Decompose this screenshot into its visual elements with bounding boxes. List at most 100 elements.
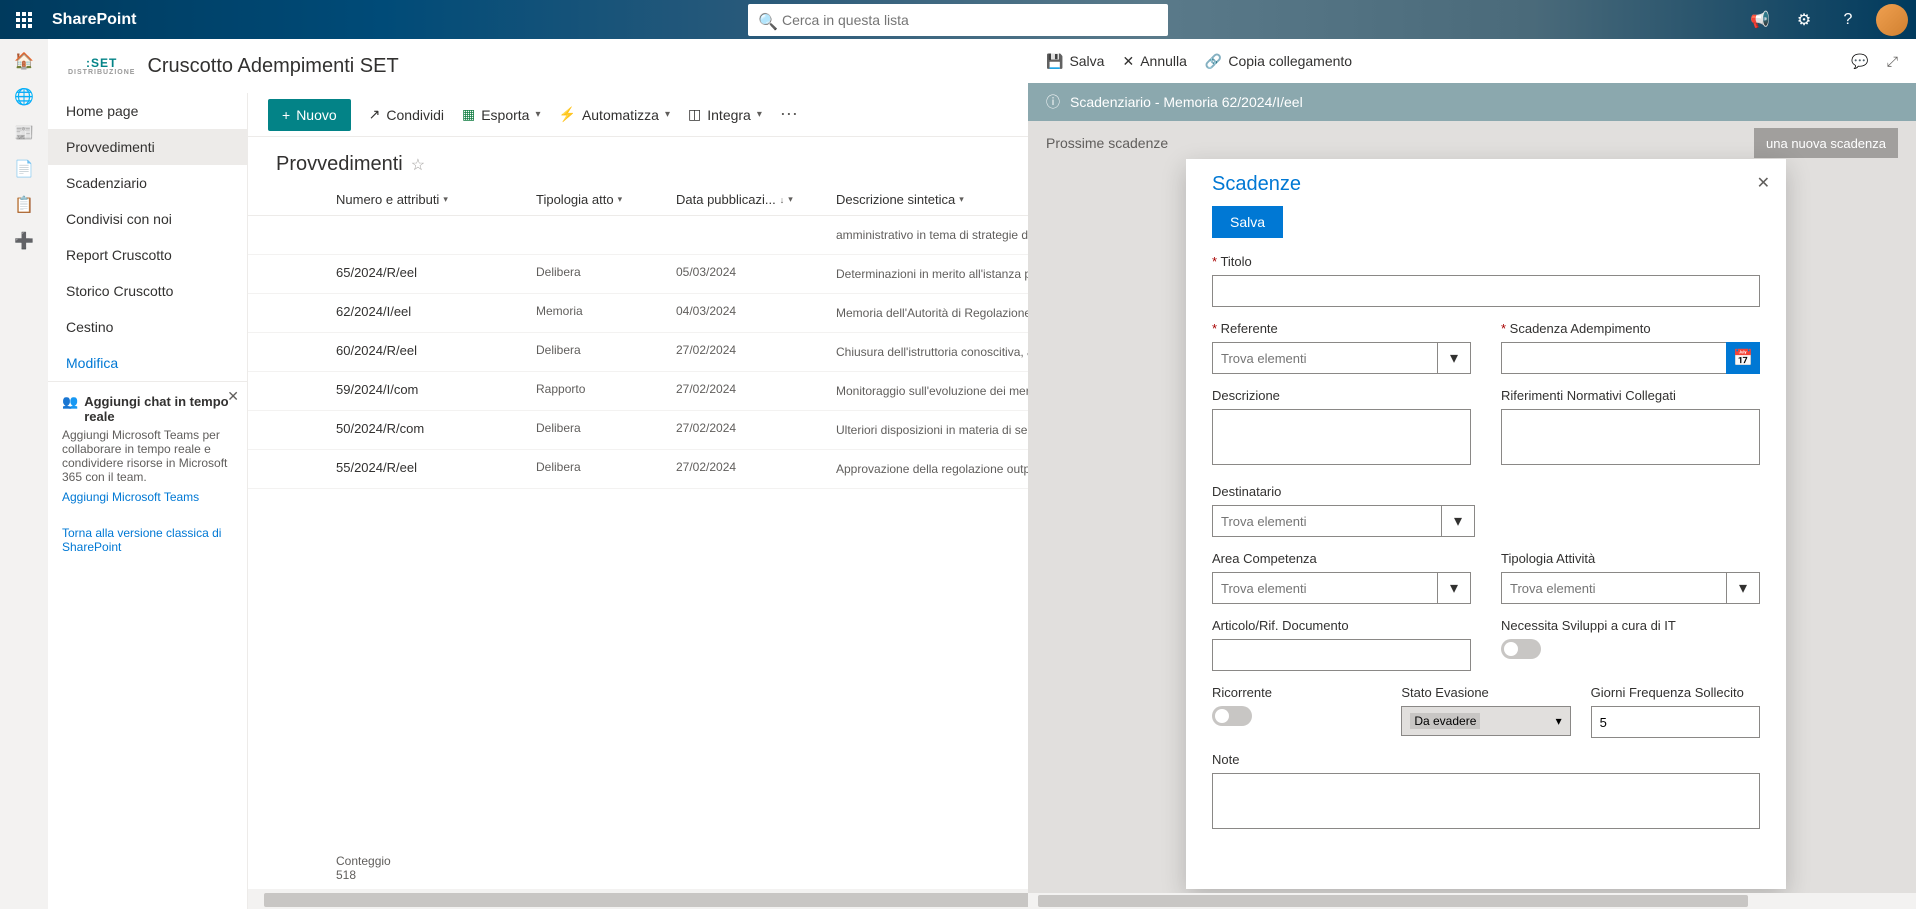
col-tipologia[interactable]: Tipologia atto▾ [536,192,676,207]
label-articolo: Articolo/Rif. Documento [1212,618,1471,633]
scroll-thumb[interactable] [1038,895,1748,907]
classic-link-wrap: Torna alla versione classica di SharePoi… [48,516,247,564]
calendar-icon[interactable]: 📅 [1726,342,1760,374]
input-note[interactable] [1212,773,1760,829]
megaphone-icon[interactable]: 📢 [1740,0,1780,39]
info-icon: ⓘ [1046,92,1060,112]
globe-icon[interactable]: 🌐 [14,87,34,107]
nav-provvedimenti[interactable]: Provvedimenti [48,129,247,165]
cell-numero: 65/2024/R/eel [336,265,536,283]
cell-numero: 59/2024/I/com [336,382,536,400]
search-input[interactable] [748,4,1168,36]
chevron-down-icon: ▾ [757,109,762,120]
brand[interactable]: SharePoint [52,11,136,29]
save-icon: 💾 [1046,53,1063,70]
col-data[interactable]: Data pubblicazi...↓▾ [676,192,836,207]
cell-numero: 60/2024/R/eel [336,343,536,361]
input-giorni[interactable] [1591,706,1760,738]
site-title[interactable]: Cruscotto Adempimenti SET [147,55,398,78]
home-icon[interactable]: 🏠 [14,51,34,71]
panel-cancel[interactable]: ✕Annulla [1122,53,1186,70]
count-value: 518 [336,868,356,882]
teams-desc: Aggiungi Microsoft Teams per collaborare… [62,428,233,484]
teams-link[interactable]: Aggiungi Microsoft Teams [62,490,233,504]
comment-icon[interactable]: 💬 [1851,53,1868,70]
chevron-down-icon: ▾ [959,194,964,205]
logo-sub: DISTRIBUZIONE [68,69,135,76]
input-scadenza[interactable] [1501,342,1726,374]
cell-tipologia: Delibera [536,343,676,361]
avatar[interactable] [1876,4,1908,36]
input-destinatario[interactable] [1212,505,1441,537]
close-icon[interactable]: ✕ [227,388,239,405]
save-button[interactable]: Salva [1212,206,1283,238]
chevron-down-icon: ▾ [618,194,623,205]
cell-numero: 62/2024/I/eel [336,304,536,322]
chevron-down-icon[interactable]: ▾ [1437,342,1471,374]
classic-link[interactable]: Torna alla versione classica di SharePoi… [62,526,221,554]
nav-cestino[interactable]: Cestino [48,309,247,345]
cell-tipologia [536,226,676,244]
app-launcher[interactable] [0,0,48,39]
list-title: Provvedimenti [276,153,403,176]
nav-storico[interactable]: Storico Cruscotto [48,273,247,309]
input-titolo[interactable] [1212,275,1760,307]
input-tipologia[interactable] [1501,572,1726,604]
gear-icon[interactable]: ⚙ [1784,0,1824,39]
chevron-down-icon[interactable]: ▾ [1441,505,1475,537]
toggle-necessita[interactable] [1501,639,1541,659]
panel-copy-link[interactable]: 🔗Copia collegamento [1205,53,1352,70]
select-stato[interactable]: Da evadere ▾ [1401,706,1570,736]
list-icon[interactable]: 📋 [14,195,34,215]
cell-data: 04/03/2024 [676,304,836,322]
close-icon[interactable]: ✕ [1757,173,1770,193]
toggle-ricorrente[interactable] [1212,706,1252,726]
expand-icon[interactable]: ⤢ [1887,53,1898,70]
plus-icon: + [282,107,290,123]
nav-home[interactable]: Home page [48,93,247,129]
input-area[interactable] [1212,572,1437,604]
nav-condivisi[interactable]: Condivisi con noi [48,201,247,237]
add-icon[interactable]: ➕ [14,231,34,251]
nav-scadenziario[interactable]: Scadenziario [48,165,247,201]
cell-data: 27/02/2024 [676,460,836,478]
news-icon[interactable]: 📰 [14,123,34,143]
panel-hscroll[interactable] [1028,893,1916,909]
label-giorni: Giorni Frequenza Sollecito [1591,685,1760,700]
nav-modifica[interactable]: Modifica [48,345,247,381]
new-button[interactable]: +Nuovo [268,99,351,131]
label-stato: Stato Evasione [1401,685,1570,700]
cell-data: 05/03/2024 [676,265,836,283]
side-panel: 💾Salva ✕Annulla 🔗Copia collegamento 💬 ⤢ … [1028,39,1916,909]
input-riferimenti[interactable] [1501,409,1760,465]
input-articolo[interactable] [1212,639,1471,671]
integrate-button[interactable]: ◫Integra▾ [688,106,762,123]
input-referente[interactable] [1212,342,1437,374]
search-icon: 🔍 [758,12,778,32]
chevron-down-icon: ▾ [443,194,448,205]
help-icon[interactable]: ? [1828,0,1868,39]
new-scadenza-button[interactable]: una nuova scadenza [1754,128,1898,158]
form-panel: ✕ Scadenze Salva Titolo Referente ▾ Scad… [1186,159,1786,889]
panel-save[interactable]: 💾Salva [1046,53,1104,70]
label-descrizione: Descrizione [1212,388,1471,403]
automate-button[interactable]: ⚡Automatizza▾ [559,106,671,123]
nav-report[interactable]: Report Cruscotto [48,237,247,273]
chevron-down-icon[interactable]: ▾ [1437,572,1471,604]
form-title: Scadenze [1212,173,1760,196]
input-descrizione[interactable] [1212,409,1471,465]
chevron-down-icon[interactable]: ▾ [1726,572,1760,604]
label-referente: Referente [1212,321,1471,336]
chevron-down-icon: ▾ [535,109,540,120]
files-icon[interactable]: 📄 [14,159,34,179]
more-button[interactable]: ⋯ [780,104,798,125]
share-button[interactable]: ↗Condividi [369,106,444,123]
export-button[interactable]: ▦Esporta▾ [462,106,541,123]
cell-data: 27/02/2024 [676,382,836,400]
prossime-scadenze: Prossime scadenze [1046,135,1168,151]
site-logo[interactable]: :SET DISTRIBUZIONE [68,57,135,76]
star-icon[interactable]: ☆ [411,155,425,175]
cell-data [676,226,836,244]
sort-icon: ↓ [780,195,785,205]
col-numero[interactable]: Numero e attributi▾ [336,192,536,207]
